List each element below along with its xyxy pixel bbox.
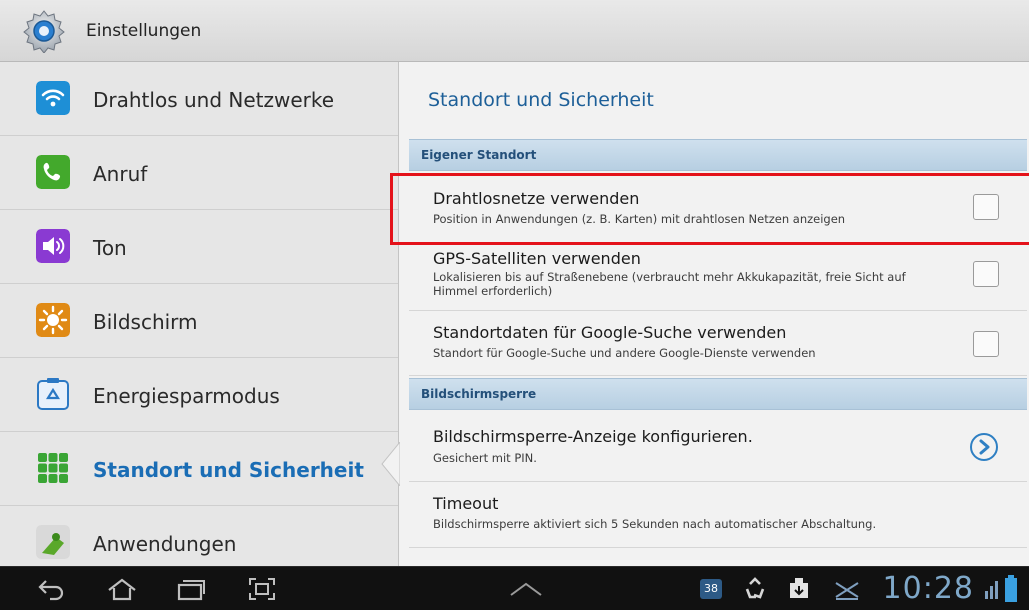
setting-row-timeout[interactable]: Timeout Bildschirmsperre aktiviert sich … [409,482,1027,548]
sidebar-item-applications[interactable]: Anwendungen [0,506,398,566]
title-bar: Einstellungen [0,0,1029,62]
section-header-screen-lock: Bildschirmsperre [409,378,1027,410]
sidebar-item-label: Drahtlos und Netzwerke [93,88,335,112]
back-icon[interactable] [36,577,66,601]
setting-title: Bildschirmsperre-Anzeige konfigurieren. [433,427,753,446]
page-title: Standort und Sicherheit [428,89,654,111]
app-title: Einstellungen [86,21,202,41]
download-icon[interactable] [788,576,810,600]
brightness-icon [36,303,70,337]
signal-icon [985,581,998,599]
section-header-label: Bildschirmsperre [421,387,537,401]
setting-row-screen-lock-config[interactable]: Bildschirmsperre-Anzeige konfigurieren. … [409,410,1027,482]
setting-title: Standortdaten für Google-Suche verwenden [433,323,787,342]
recent-apps-icon[interactable] [176,577,206,601]
selection-pointer [381,442,400,486]
setting-title: Timeout [433,494,499,513]
sidebar-item-label: Energiesparmodus [93,384,280,408]
android-icon [36,525,70,559]
sidebar-item-location-security[interactable]: Standort und Sicherheit [0,432,398,506]
section-header-own-location: Eigener Standort [409,139,1027,171]
sidebar-item-sound[interactable]: Ton [0,210,398,284]
sidebar-item-label: Standort und Sicherheit [93,458,364,482]
sidebar-item-display[interactable]: Bildschirm [0,284,398,358]
settings-gear-icon[interactable] [22,9,66,53]
settings-detail-pane: Standort und Sicherheit Eigener Standort… [398,62,1029,566]
annotation-highlight-box [390,173,1029,245]
sidebar-item-wireless[interactable]: Drahtlos und Netzwerke [0,62,398,136]
setting-subtitle: Bildschirmsperre aktiviert sich 5 Sekund… [433,517,877,531]
wifi-icon [36,81,70,115]
chevron-right-icon[interactable] [969,432,999,462]
settings-category-list: Drahtlos und Netzwerke Anruf Ton Bildsch… [0,62,398,566]
battery-icon [1005,575,1017,602]
setting-title: GPS-Satelliten verwenden [433,249,641,268]
calendar-icon[interactable]: 38 [700,579,722,599]
sidebar-item-call[interactable]: Anruf [0,136,398,210]
setting-row-google-search-location[interactable]: Standortdaten für Google-Suche verwenden… [409,311,1027,376]
section-header-label: Eigener Standort [421,148,537,162]
gps-satellites-checkbox[interactable] [973,261,999,287]
sidebar-item-label: Bildschirm [93,310,198,334]
clock: 10:28 [882,571,974,606]
sidebar-item-label: Anwendungen [93,532,237,556]
google-search-location-checkbox[interactable] [973,331,999,357]
sidebar-item-power-saving[interactable]: Energiesparmodus [0,358,398,432]
recycle-icon[interactable] [742,576,768,602]
no-sim-icon[interactable] [834,579,860,601]
setting-subtitle: Lokalisieren bis auf Straßenebene (verbr… [433,270,906,298]
speaker-icon [36,229,70,263]
system-navigation-bar: 38 10:28 [0,566,1029,610]
screenshot-icon[interactable] [248,577,276,601]
setting-subtitle: Standort für Google-Suche und andere Goo… [433,346,816,360]
location-grid-icon [38,453,68,483]
sidebar-item-label: Anruf [93,162,148,186]
setting-row-gps-satellites[interactable]: GPS-Satelliten verwenden Lokalisieren bi… [409,243,1027,311]
setting-subtitle: Gesichert mit PIN. [433,451,537,465]
home-icon[interactable] [106,577,138,601]
sidebar-item-label: Ton [93,236,127,260]
up-arrow-icon[interactable] [508,581,544,597]
recycle-icon [37,378,69,410]
phone-icon [36,155,70,189]
